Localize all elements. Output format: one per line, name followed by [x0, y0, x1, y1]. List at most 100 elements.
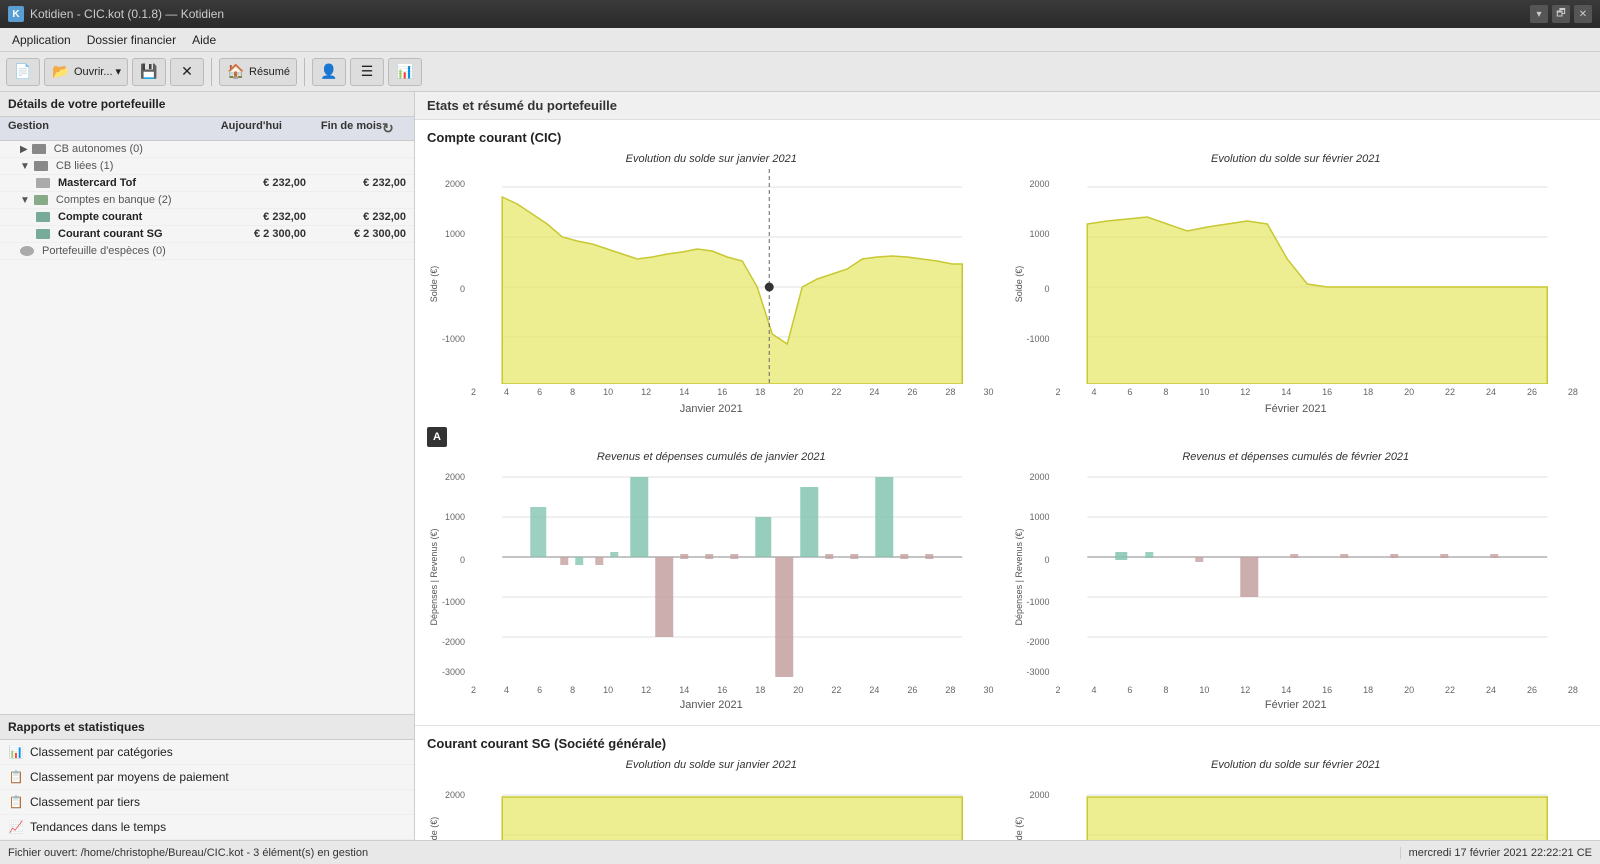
bank-icon: [36, 229, 50, 239]
item-month-end: € 232,00: [306, 211, 406, 223]
statusbar-file-info: Fichier ouvert: /home/christophe/Bureau/…: [0, 847, 1400, 859]
save-button[interactable]: 💾: [132, 58, 166, 86]
chart-title-sg-jan-line: Evolution du solde sur janvier 2021: [427, 759, 996, 771]
payments-icon: 📋: [8, 769, 24, 785]
col-today: Aujourd'hui: [182, 120, 282, 137]
a-button[interactable]: A: [427, 427, 447, 447]
line-chart-svg-sg-jan: [469, 775, 996, 840]
tiers-icon: 📋: [8, 794, 24, 810]
bar-chart-svg-cic-jan: [469, 467, 996, 682]
minimize-button[interactable]: ▾: [1530, 5, 1548, 23]
list-item[interactable]: ▶ CB autonomes (0): [0, 141, 414, 158]
statusbar: Fichier ouvert: /home/christophe/Bureau/…: [0, 840, 1600, 864]
close-button[interactable]: ✕: [1574, 5, 1592, 23]
chart-icon: 📊: [395, 62, 415, 82]
resume-icon: 🏠: [226, 62, 246, 82]
col-gestion: Gestion: [8, 120, 182, 137]
bank-icon: [36, 212, 50, 222]
list-item[interactable]: Mastercard Tof € 232,00 € 232,00: [0, 175, 414, 192]
chart-title-cic-jan-bar: Revenus et dépenses cumulés de janvier 2…: [427, 451, 996, 463]
report-label: Classement par moyens de paiement: [30, 770, 229, 784]
item-label: Courant courant SG: [58, 228, 163, 240]
right-panel-title: Etats et résumé du portefeuille: [415, 92, 1600, 120]
list-item[interactable]: Courant courant SG € 2 300,00 € 2 300,00: [0, 226, 414, 243]
folder-icon: [34, 161, 48, 171]
refresh-icon[interactable]: ↻: [382, 120, 406, 137]
titlebar-left: K Kotidien - CIC.kot (0.1.8) — Kotidien: [8, 6, 224, 22]
report-tiers[interactable]: 📋 Classement par tiers: [0, 790, 414, 815]
month-label-cic-feb: Février 2021: [1012, 403, 1581, 415]
toolbar-separator-1: [211, 58, 212, 86]
list-item[interactable]: ▼ Comptes en banque (2): [0, 192, 414, 209]
list-item[interactable]: ▼ CB liées (1): [0, 158, 414, 175]
person-button[interactable]: 👤: [312, 58, 346, 86]
chart-sg-jan-line: Evolution du solde sur janvier 2021 2000…: [427, 759, 996, 840]
menu-application[interactable]: Application: [4, 31, 79, 49]
chart-cic-feb-bar: Revenus et dépenses cumulés de février 2…: [1012, 451, 1581, 711]
item-month-end: € 2 300,00: [306, 228, 406, 240]
categories-icon: 📊: [8, 744, 24, 760]
statusbar-datetime: mercredi 17 février 2021 22:22:21 CE: [1400, 847, 1600, 859]
bank-folder-icon: [34, 195, 48, 205]
expand-arrow[interactable]: ▼: [20, 195, 30, 206]
account-section-sg: Courant courant SG (Société générale) Ev…: [415, 726, 1600, 840]
save-icon: 💾: [139, 62, 159, 82]
item-today: € 2 300,00: [206, 228, 306, 240]
expand-arrow[interactable]: ▼: [20, 161, 30, 172]
item-label: Portefeuille d'espèces (0): [42, 245, 166, 257]
folder-icon: [32, 144, 46, 154]
titlebar-controls: ▾ 🗗 ✕: [1530, 5, 1592, 23]
chart-button[interactable]: 📊: [388, 58, 422, 86]
report-categories[interactable]: 📊 Classement par catégories: [0, 740, 414, 765]
expand-arrow[interactable]: ▶: [20, 144, 28, 155]
list-icon: ☰: [357, 62, 377, 82]
report-label: Classement par catégories: [30, 745, 173, 759]
menu-dossier[interactable]: Dossier financier: [79, 31, 184, 49]
month-label-cic-feb-bar: Février 2021: [1012, 699, 1581, 711]
report-label: Tendances dans le temps: [30, 820, 166, 834]
maximize-button[interactable]: 🗗: [1552, 5, 1570, 23]
bar-chart-svg-cic-feb: [1054, 467, 1581, 682]
close-file-button[interactable]: ✕: [170, 58, 204, 86]
list-item[interactable]: Compte courant € 232,00 € 232,00: [0, 209, 414, 226]
report-trends[interactable]: 📈 Tendances dans le temps: [0, 815, 414, 840]
chart-title-cic-feb-bar: Revenus et dépenses cumulés de février 2…: [1012, 451, 1581, 463]
portfolio-title: Détails de votre portefeuille: [0, 92, 414, 117]
main-area: Détails de votre portefeuille Gestion Au…: [0, 92, 1600, 840]
titlebar-title: Kotidien - CIC.kot (0.1.8) — Kotidien: [30, 7, 224, 21]
item-label: Comptes en banque (2): [56, 194, 172, 206]
line-chart-svg-sg-feb: [1054, 775, 1581, 840]
chart-cic-jan-bar: Revenus et dépenses cumulés de janvier 2…: [427, 451, 996, 711]
item-label: Mastercard Tof: [58, 177, 136, 189]
trends-icon: 📈: [8, 819, 24, 835]
resume-button[interactable]: 🏠 Résumé: [219, 58, 297, 86]
menu-aide[interactable]: Aide: [184, 31, 224, 49]
open-button[interactable]: 📂 Ouvrir... ▾: [44, 58, 128, 86]
resume-label: Résumé: [249, 66, 290, 78]
right-panel: Etats et résumé du portefeuille Compte c…: [415, 92, 1600, 840]
toolbar: 📄 📂 Ouvrir... ▾ 💾 ✕ 🏠 Résumé 👤 ☰ 📊: [0, 52, 1600, 92]
menubar: Application Dossier financier Aide: [0, 28, 1600, 52]
account-title-sg: Courant courant SG (Société générale): [427, 736, 1580, 751]
new-icon: 📄: [13, 62, 33, 82]
cash-icon: [20, 246, 34, 256]
list-item[interactable]: Portefeuille d'espèces (0): [0, 243, 414, 260]
item-label: Compte courant: [58, 211, 142, 223]
list-button[interactable]: ☰: [350, 58, 384, 86]
reports-title: Rapports et statistiques: [0, 715, 414, 740]
toolbar-separator-2: [304, 58, 305, 86]
chart-title-cic-jan-line: Evolution du solde sur janvier 2021: [427, 153, 996, 165]
month-label-cic-jan: Janvier 2021: [427, 403, 996, 415]
item-label: CB liées (1): [56, 160, 113, 172]
item-today: € 232,00: [206, 177, 306, 189]
bar-charts-row-cic: Revenus et dépenses cumulés de janvier 2…: [427, 451, 1580, 711]
line-charts-row-cic: Evolution du solde sur janvier 2021 2000…: [427, 153, 1580, 415]
new-button[interactable]: 📄: [6, 58, 40, 86]
report-label: Classement par tiers: [30, 795, 140, 809]
open-icon: 📂: [51, 62, 71, 82]
chart-title-cic-feb-line: Evolution du solde sur février 2021: [1012, 153, 1581, 165]
account-title-cic: Compte courant (CIC): [427, 130, 1580, 145]
month-label-cic-jan-bar: Janvier 2021: [427, 699, 996, 711]
report-payments[interactable]: 📋 Classement par moyens de paiement: [0, 765, 414, 790]
card-icon: [36, 178, 50, 188]
